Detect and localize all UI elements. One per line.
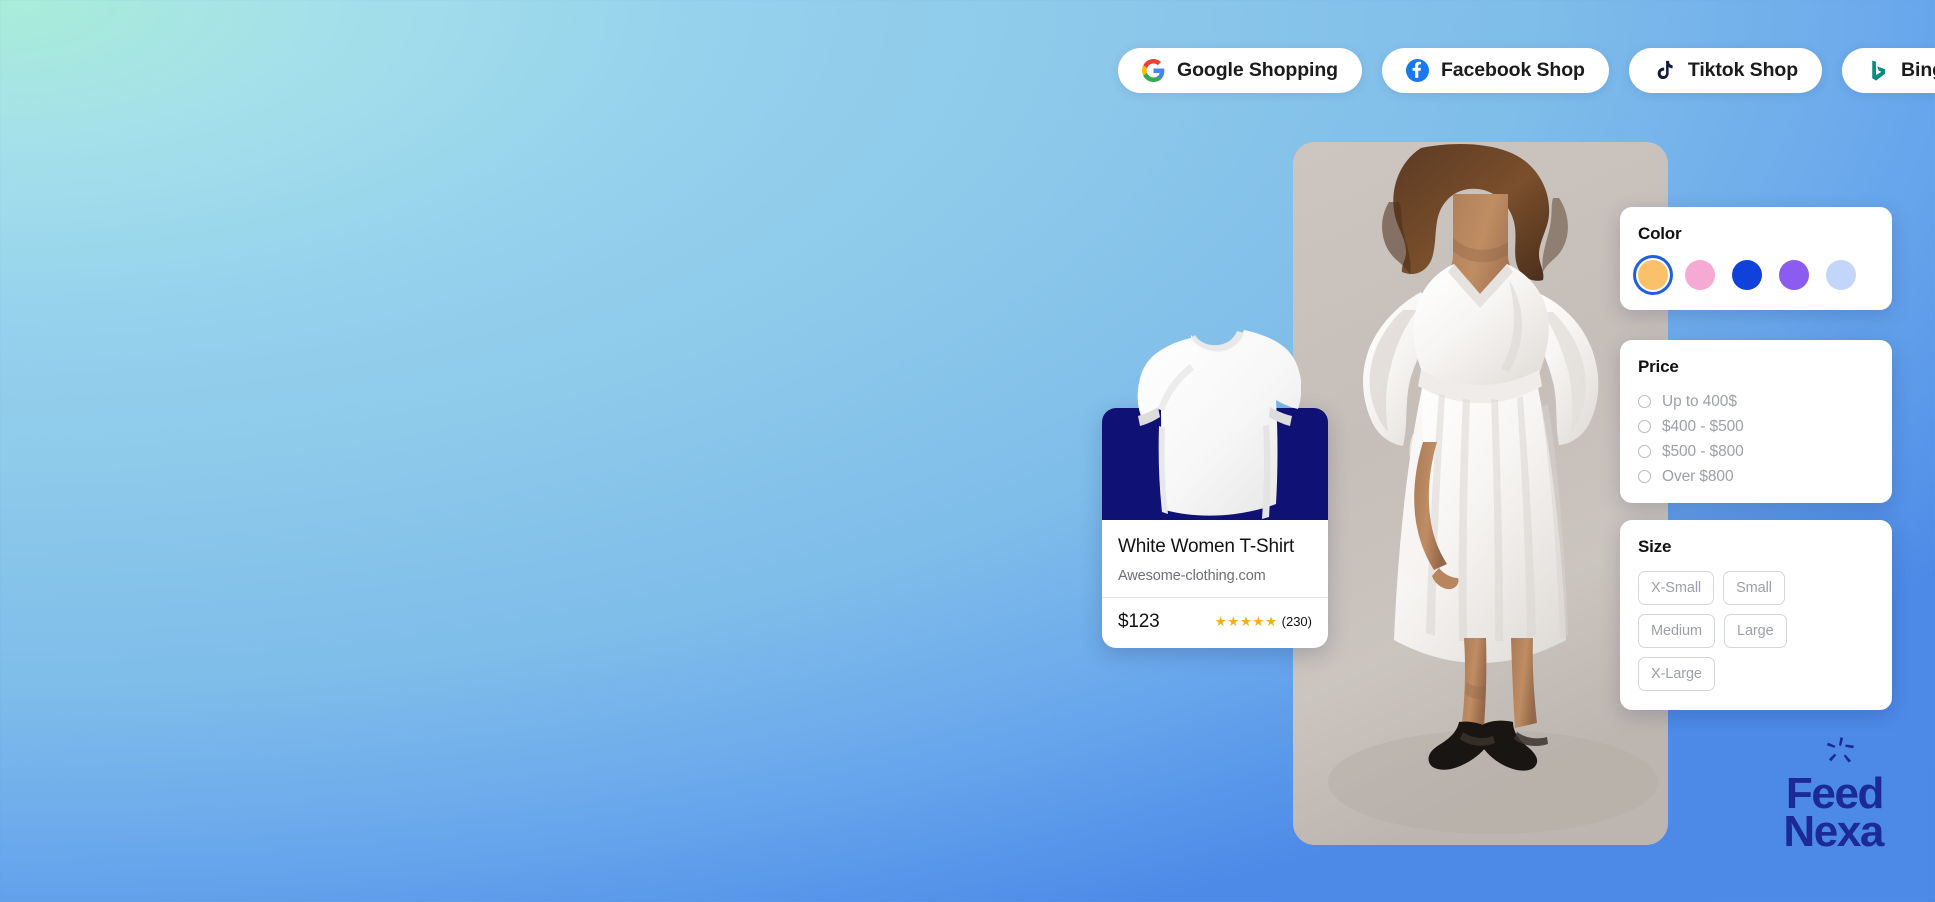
tshirt-illustration [1137,330,1301,519]
price-option-label: Over $800 [1662,467,1734,485]
color-panel-title: Color [1638,224,1682,243]
bing-icon [1872,60,1886,81]
pill-label: Google Shopping [1177,58,1338,81]
price-option-400-500[interactable]: $400 - $500 [1638,414,1874,439]
radio-icon[interactable] [1638,420,1651,433]
filter-panel-size: Size X-Small Small Medium Large X-Large [1620,520,1892,711]
pill-label: Bing shopping [1901,58,1935,81]
filter-panel-price: Price Up to 400$ $400 - $500 $500 - $800… [1620,340,1892,503]
size-chip-x-large[interactable]: X-Large [1638,657,1715,692]
product-card[interactable]: White Women T-Shirt Awesome-clothing.com… [1102,330,1328,648]
product-domain: Awesome-clothing.com [1118,567,1266,584]
color-swatch-blue[interactable] [1732,260,1762,290]
price-option-label: $500 - $800 [1662,442,1744,460]
size-chip-x-small[interactable]: X-Small [1638,571,1715,606]
product-rating: ★★★★★ (230) [1215,614,1312,629]
pill-label: Tiktok Shop [1687,58,1799,81]
brand-line-2: Nexa [1783,807,1884,857]
facebook-icon [1405,59,1429,82]
product-card-body: White Women T-Shirt Awesome-clothing.com [1102,520,1328,597]
radio-icon[interactable] [1638,470,1651,483]
color-swatch-row [1638,260,1874,290]
platform-pill-bar: Google Shopping Facebook Shop Tiktok Sho… [1118,48,1935,93]
pill-tiktok-shop[interactable]: Tiktok Shop [1628,48,1823,93]
pill-facebook-shop[interactable]: Facebook Shop [1381,48,1609,93]
price-option-label: Up to 400$ [1662,392,1737,410]
size-chip-large[interactable]: Large [1723,614,1787,649]
size-chip-small[interactable]: Small [1723,571,1785,606]
size-panel-title: Size [1638,537,1672,556]
tiktok-icon [1657,60,1673,80]
product-price: $123 [1118,610,1160,632]
brand-logo: Feed Nexa [1783,735,1884,857]
product-title: White Women T-Shirt [1118,536,1295,557]
size-chip-medium[interactable]: Medium [1638,614,1715,649]
color-swatch-light-blue[interactable] [1826,260,1856,290]
tshirt-image [1129,326,1301,526]
pill-label: Facebook Shop [1440,58,1585,81]
color-swatch-orange[interactable] [1638,260,1668,290]
size-option-grid: X-Small Small Medium Large X-Large [1638,571,1860,692]
google-icon [1142,59,1165,82]
pill-google-shopping[interactable]: Google Shopping [1118,48,1362,93]
radio-icon[interactable] [1638,445,1651,458]
product-card-footer: $123 ★★★★★ (230) [1102,598,1328,648]
pill-bing-shopping[interactable]: Bing shopping [1842,48,1935,93]
color-swatch-purple[interactable] [1779,260,1809,290]
price-option-500-800[interactable]: $500 - $800 [1638,439,1874,464]
star-rating-icon: ★★★★★ [1214,614,1278,630]
price-option-list: Up to 400$ $400 - $500 $500 - $800 Over … [1638,389,1874,489]
price-option-over-800[interactable]: Over $800 [1638,464,1874,489]
review-count: (230) [1281,614,1312,630]
product-card-image [1102,330,1328,520]
price-panel-title: Price [1638,357,1679,376]
color-swatch-pink[interactable] [1685,260,1715,290]
model-photo [1293,142,1668,845]
price-option-label: $400 - $500 [1662,417,1744,435]
model-photo-illustration [1293,142,1668,845]
filter-panel-color: Color [1620,207,1892,310]
spark-icon [1826,736,1855,763]
price-option-up-to-400[interactable]: Up to 400$ [1638,389,1874,414]
radio-icon[interactable] [1638,395,1651,408]
